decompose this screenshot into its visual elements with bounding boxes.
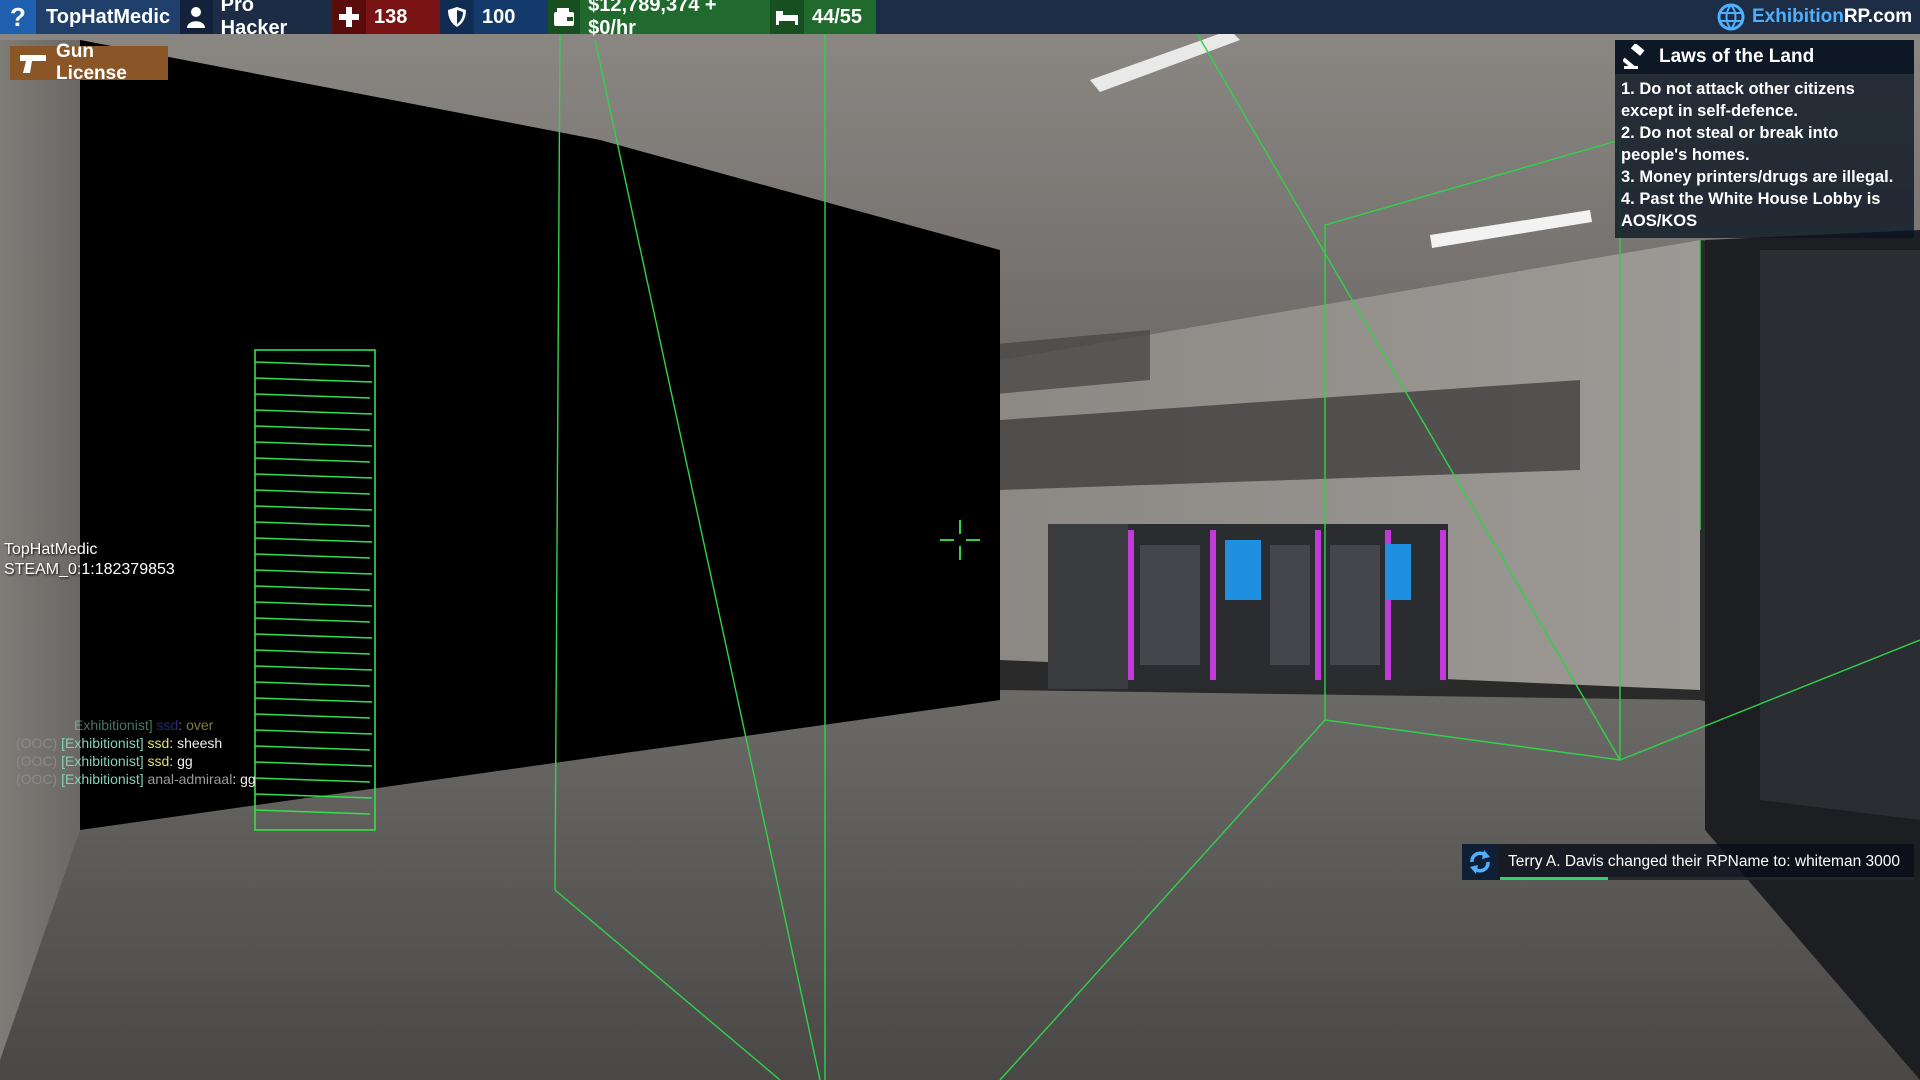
refresh-icon	[1462, 844, 1498, 880]
crosshair	[940, 520, 980, 560]
hud-player-name: TopHatMedic	[36, 0, 180, 34]
wallet-icon	[548, 0, 581, 34]
user-icon	[180, 0, 213, 34]
notification-toast: Terry A. Davis changed their RPName to: …	[1462, 844, 1914, 880]
help-button[interactable]: ?	[0, 0, 36, 34]
laws-header: Laws of the Land	[1615, 40, 1914, 74]
player-info-steam-id: STEAM_0:1:182379853	[4, 561, 175, 578]
chat-line: (OOC) [Exhibitionist] anal-admiraal: gg	[16, 771, 256, 787]
hud-health: 138	[332, 0, 440, 34]
help-icon: ?	[10, 1, 26, 32]
player-info: TopHatMedic STEAM_0:1:182379853	[4, 540, 175, 580]
notification-text: Terry A. Davis changed their RPName to: …	[1508, 853, 1900, 870]
gavel-icon	[1622, 42, 1649, 70]
shield-icon	[440, 0, 474, 34]
top-hud-bar: ? TopHatMedic Pro Hacker 138 100 $12,789…	[0, 0, 1920, 39]
law-item: 4. Past the White House Lobby is AOS/KOS	[1621, 190, 1881, 230]
player-info-name: TopHatMedic	[4, 541, 98, 558]
globe-logo-icon	[1716, 2, 1746, 32]
server-rack-row	[1048, 524, 1448, 689]
chat-line: (OOC) [Exhibitionist] ssd: gg	[16, 753, 193, 769]
notification-timer-bar	[1500, 877, 1914, 880]
law-item: 1. Do not attack other citizens except i…	[1621, 80, 1855, 120]
pistol-icon	[18, 51, 48, 75]
server-brand: Exhibition RP.com	[1710, 0, 1920, 34]
chat-line: (OOC) [Exhibitionist] ssd: sheesh	[16, 735, 223, 751]
hud-money: $12,789,374 + $0/hr	[548, 0, 770, 39]
notification-timer-fill	[1500, 877, 1608, 880]
chat-box: Exhibitionist] ssd: over (OOC) [Exhibiti…	[16, 716, 256, 788]
hud-job: Pro Hacker	[180, 0, 332, 39]
hud-hunger: 44/55	[770, 0, 876, 34]
gun-license-badge: Gun License	[10, 41, 168, 84]
bed-icon	[770, 0, 804, 34]
hud-armor: 100	[440, 0, 548, 34]
laws-list: 1. Do not attack other citizens except i…	[1615, 78, 1914, 232]
law-item: 2. Do not steal or break into people's h…	[1621, 124, 1839, 164]
laws-panel: Laws of the Land 1. Do not attack other …	[1615, 40, 1914, 238]
law-item: 3. Money printers/drugs are illegal.	[1621, 168, 1894, 186]
chat-line: Exhibitionist] ssd: over	[74, 717, 214, 733]
health-cross-icon	[332, 0, 366, 34]
